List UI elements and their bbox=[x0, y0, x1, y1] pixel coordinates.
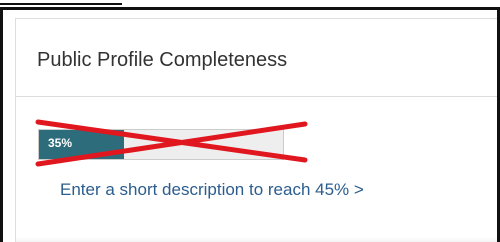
profile-progress-bar bbox=[38, 129, 284, 160]
panel-header-divider bbox=[16, 96, 497, 97]
progress-percent-label: 35% bbox=[48, 136, 73, 150]
screenshot-stage: Public Profile Completeness 35% Enter a … bbox=[0, 0, 500, 242]
panel-bottom-edge bbox=[16, 237, 497, 242]
cropped-heading-underline bbox=[0, 0, 122, 5]
add-short-description-link[interactable]: Enter a short description to reach 45% > bbox=[60, 180, 364, 200]
frame-top-border bbox=[0, 7, 500, 10]
frame-left-border bbox=[0, 7, 3, 242]
panel-title: Public Profile Completeness bbox=[37, 49, 288, 71]
red-cross-out-mark bbox=[35, 119, 308, 167]
panel-left-border bbox=[15, 18, 16, 242]
panel-top-border bbox=[15, 18, 497, 19]
